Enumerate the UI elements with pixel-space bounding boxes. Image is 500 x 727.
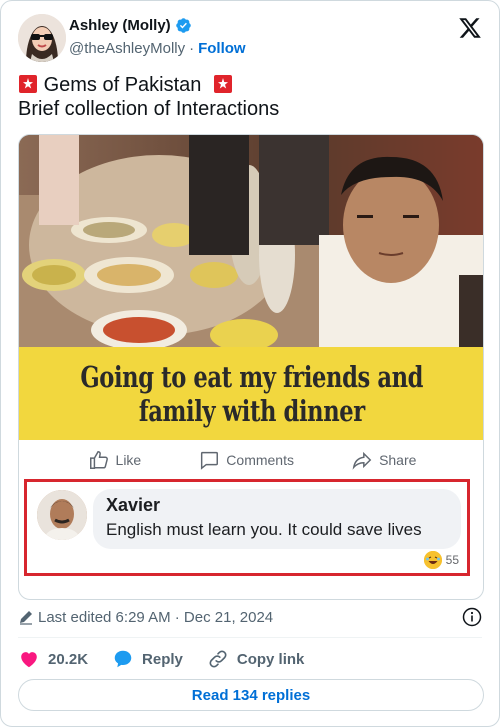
author-handle-row: @theAshleyMolly · Follow <box>69 40 246 57</box>
comment-bubble: Xavier English must learn you. It could … <box>93 489 461 549</box>
tweet-line-2: Brief collection of Interactions <box>18 98 280 120</box>
thumbs-up-icon <box>89 451 108 469</box>
comment-bubble-icon <box>201 451 219 470</box>
fb-share-action: Share <box>351 449 416 471</box>
tweet-meta: Last edited 6:29 AM · Dec 21, 2024 <box>18 607 482 627</box>
selfie-photo <box>19 135 483 355</box>
police-siren-icon <box>213 75 232 93</box>
tweet-text: Gems of Pakistan Brief collection of Int… <box>18 73 482 121</box>
comment-text: English must learn you. It could save li… <box>106 520 422 539</box>
author-display-name[interactable]: Ashley (Molly) <box>69 17 171 34</box>
meme-caption-line-2: family with dinner <box>139 393 365 428</box>
like-count: 20.2K <box>48 650 89 668</box>
x-logo-icon[interactable] <box>458 16 482 40</box>
tweet-line-1-text: Gems of Pakistan <box>43 74 202 96</box>
verified-badge-icon <box>175 18 191 33</box>
highlighted-comment: Xavier English must learn you. It could … <box>24 479 470 576</box>
tweet-card: Ashley (Molly) @theAshleyMolly · Follow … <box>0 0 500 727</box>
reaction-count: 55 <box>445 553 459 567</box>
author-name-row: Ashley (Molly) <box>69 17 192 34</box>
tweet-actions: 20.2K Reply Copy link <box>18 647 304 671</box>
share-arrow-icon <box>352 451 372 470</box>
link-icon <box>209 650 227 668</box>
commenter-avatar <box>37 490 87 540</box>
tweet-media[interactable]: Going to eat my friends and family with … <box>18 134 484 600</box>
meme-caption-line-1: Going to eat my friends and <box>80 359 424 394</box>
pencil-icon <box>20 611 32 625</box>
laughing-emoji-icon <box>423 551 442 569</box>
fb-share-label: Share <box>379 452 417 468</box>
info-icon[interactable] <box>462 607 482 627</box>
handle-separator: · <box>189 40 195 57</box>
heart-icon <box>21 652 37 668</box>
comment-reactions: 55 <box>423 551 459 569</box>
reply-label: Reply <box>142 650 183 668</box>
commenter-name: Xavier <box>106 495 161 515</box>
reply-bubble-icon <box>114 650 132 668</box>
author-avatar[interactable] <box>18 14 66 62</box>
reply-button[interactable]: Reply <box>112 648 183 670</box>
last-edited-timestamp[interactable]: Last edited 6:29 AM · Dec 21, 2024 <box>38 609 273 626</box>
copy-link-button[interactable]: Copy link <box>207 648 305 670</box>
author-handle[interactable]: @theAshleyMolly <box>69 40 185 57</box>
fb-action-bar: Like Comments Share <box>19 440 483 480</box>
fb-comments-action: Comments <box>198 449 294 471</box>
fb-like-action: Like <box>88 449 142 471</box>
follow-button[interactable]: Follow <box>198 40 246 57</box>
tweet-line-1: Gems of Pakistan <box>18 73 482 97</box>
divider <box>18 637 482 638</box>
like-button[interactable]: 20.2K <box>18 648 88 670</box>
read-replies-button[interactable]: Read 134 replies <box>18 679 484 711</box>
copy-link-label: Copy link <box>236 650 305 668</box>
meme-caption: Going to eat my friends and family with … <box>19 347 483 440</box>
fb-comments-label: Comments <box>226 452 294 468</box>
fb-like-label: Like <box>115 452 142 468</box>
tweet-header: Ashley (Molly) @theAshleyMolly · Follow <box>18 14 482 62</box>
police-siren-icon <box>19 75 37 93</box>
